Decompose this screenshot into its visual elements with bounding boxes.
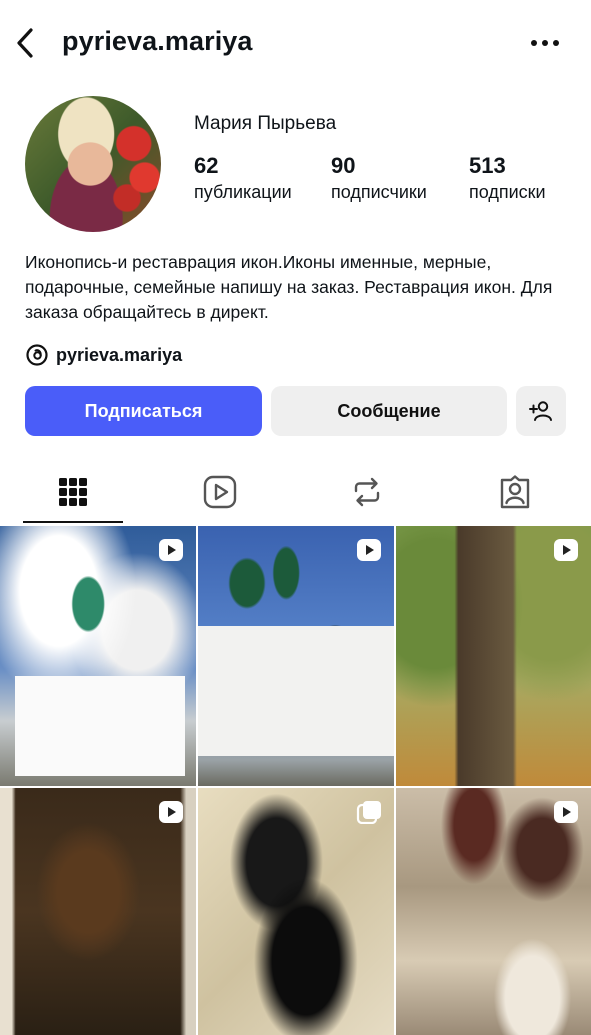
stat-posts-label: публикации bbox=[194, 182, 292, 202]
post-thumbnail[interactable] bbox=[0, 526, 196, 786]
tab-grid[interactable] bbox=[23, 460, 123, 524]
reels-icon bbox=[203, 475, 237, 509]
stat-following-label: подписки bbox=[469, 182, 546, 202]
reel-badge-icon bbox=[159, 539, 183, 561]
profile-tabs bbox=[0, 460, 591, 524]
profile-bio: Иконопись-и реставрация икон.Иконы именн… bbox=[25, 252, 553, 322]
post-thumbnail[interactable] bbox=[396, 788, 591, 1035]
tagged-icon bbox=[500, 475, 530, 509]
threads-link[interactable]: pyrieva.mariya bbox=[25, 343, 182, 367]
avatar[interactable] bbox=[25, 96, 161, 232]
stat-followers-value: 90 bbox=[331, 153, 356, 178]
stat-following-value: 513 bbox=[469, 153, 506, 178]
stat-followers-label: подписчики bbox=[331, 182, 427, 202]
threads-handle: pyrieva.mariya bbox=[56, 344, 183, 365]
tab-tagged[interactable] bbox=[465, 460, 565, 524]
post-thumbnail[interactable] bbox=[198, 526, 394, 786]
active-tab-indicator bbox=[23, 521, 123, 523]
top-bar: pyrieva.mariya bbox=[0, 0, 591, 88]
reel-badge-icon bbox=[357, 539, 381, 561]
reel-badge-icon bbox=[554, 539, 578, 561]
profile-username: pyrieva.mariya bbox=[62, 26, 253, 56]
add-user-button[interactable] bbox=[516, 386, 566, 436]
stat-posts[interactable]: 62 публикации bbox=[194, 153, 292, 203]
tab-reposts[interactable] bbox=[317, 460, 417, 524]
post-thumbnail[interactable] bbox=[0, 788, 196, 1035]
stat-following[interactable]: 513 подписки bbox=[469, 153, 546, 203]
more-horizontal-icon[interactable] bbox=[525, 30, 565, 56]
reel-badge-icon bbox=[159, 801, 183, 823]
post-thumbnail[interactable] bbox=[396, 526, 591, 786]
grid-icon bbox=[59, 478, 87, 506]
repost-icon bbox=[354, 477, 380, 507]
threads-icon bbox=[26, 344, 48, 366]
message-button[interactable]: Сообщение bbox=[271, 386, 507, 436]
stat-followers[interactable]: 90 подписчики bbox=[331, 153, 427, 203]
tab-reels[interactable] bbox=[170, 460, 270, 524]
display-name: Мария Пырьева bbox=[194, 113, 337, 134]
carousel-badge-icon bbox=[356, 801, 381, 824]
reel-badge-icon bbox=[554, 801, 578, 823]
follow-button[interactable]: Подписаться bbox=[25, 386, 262, 436]
post-grid bbox=[0, 526, 591, 1035]
add-user-icon bbox=[529, 401, 552, 421]
stat-posts-value: 62 bbox=[194, 153, 219, 178]
post-thumbnail[interactable] bbox=[198, 788, 394, 1035]
chevron-left-icon[interactable] bbox=[10, 26, 40, 60]
